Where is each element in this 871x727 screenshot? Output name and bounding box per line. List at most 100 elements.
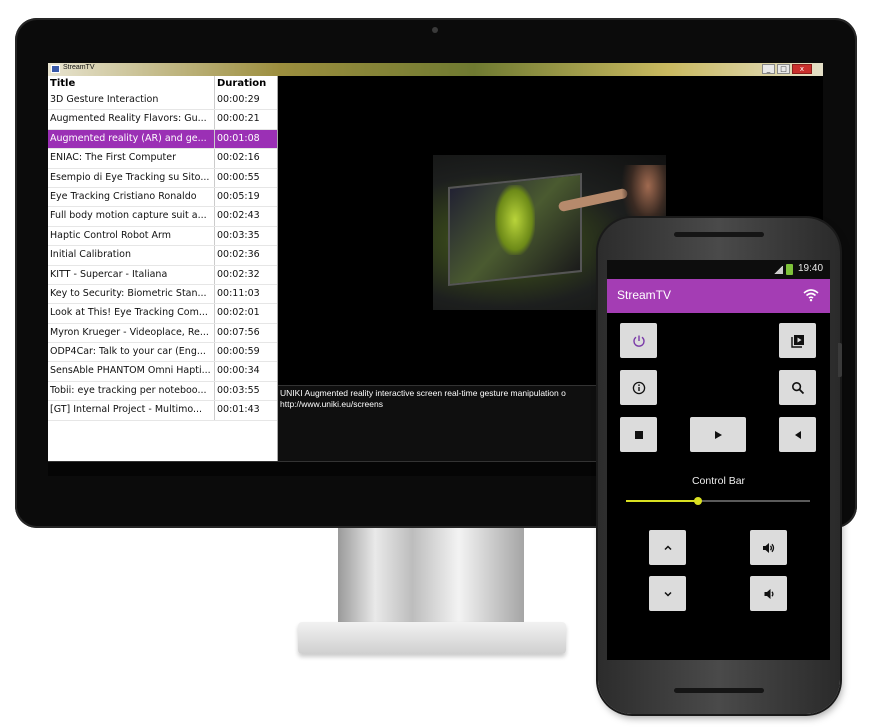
video-list-row[interactable]: Esempio di Eye Tracking su Sito... 00:00:… (48, 168, 277, 188)
video-duration-cell: 00:01:43 (217, 404, 260, 416)
video-duration-cell: 00:00:55 (217, 171, 260, 183)
video-duration-cell: 00:02:32 (217, 268, 260, 280)
play-button[interactable] (690, 417, 746, 452)
video-list: Title Duration 3D Gesture Interaction 00:… (48, 76, 278, 461)
status-time: 19:40 (798, 263, 824, 274)
search-button[interactable] (779, 370, 816, 405)
control-bar-label: Control Bar (691, 475, 746, 487)
chevron-down-icon (663, 591, 672, 597)
video-title-cell: Initial Calibration (48, 246, 215, 265)
channel-up-button[interactable] (649, 530, 686, 565)
info-icon (632, 381, 645, 394)
video-list-row[interactable]: Augmented Reality Flavors: Gu... 00:00:21 (48, 110, 277, 130)
video-title-cell: Augmented Reality Flavors: Gu... (48, 110, 215, 129)
phone-screen: 19:40 StreamTV Control Bar (607, 260, 830, 660)
column-header-title[interactable]: Title (48, 76, 215, 91)
volume-down-icon (764, 588, 774, 599)
video-title-cell: SensAble PHANTOM Omni Hapti... (48, 362, 215, 381)
video-creature-shape (495, 185, 535, 255)
video-duration-cell: 00:00:59 (217, 346, 260, 358)
video-list-row[interactable]: Haptic Control Robot Arm 00:03:35 (48, 226, 277, 247)
video-list-row[interactable]: Look at This! Eye Tracking Com... 00:02:0… (48, 304, 277, 324)
phone-speaker-top (674, 232, 764, 237)
chevron-up-icon (663, 544, 672, 550)
video-title-cell: ENIAC: The First Computer (48, 149, 215, 168)
maximize-button[interactable]: □ (777, 64, 790, 74)
monitor-stand-base (298, 622, 566, 654)
close-button[interactable]: x (792, 64, 812, 74)
video-duration-cell: 00:00:21 (217, 113, 260, 125)
power-icon (632, 335, 645, 347)
control-bar-fill (626, 500, 698, 502)
video-title-cell: Eye Tracking Cristiano Ronaldo (48, 187, 215, 207)
window-titlebar[interactable]: StreamTV _ □ x (48, 63, 823, 76)
video-list-row[interactable]: 3D Gesture Interaction 00:00:29 (48, 91, 277, 111)
description-line-2[interactable]: http://www.uniki.eu/screens (280, 399, 596, 410)
video-list-row[interactable]: ODP4Car: Talk to your car (Eng... 00:00:5… (48, 343, 277, 363)
video-duration-cell: 00:00:34 (217, 365, 260, 377)
window-title: StreamTV (63, 64, 95, 71)
video-title-cell: [GT] Internal Project - Multimo... (48, 401, 215, 420)
video-duration-cell: 00:00:29 (217, 94, 260, 105)
video-title-cell: Key to Security: Biometric Stan... (48, 284, 215, 304)
video-duration-cell: 00:05:19 (217, 190, 260, 202)
video-title-cell: Esempio di Eye Tracking su Sito... (48, 168, 215, 187)
app-icon (51, 65, 60, 73)
stop-button[interactable] (620, 417, 657, 452)
phone-status-bar: 19:40 (607, 260, 830, 279)
signal-icon (773, 266, 783, 274)
video-duration-cell: 00:02:43 (217, 210, 260, 222)
control-bar-thumb[interactable] (693, 497, 702, 505)
playlist-button[interactable] (779, 323, 816, 358)
play-icon (715, 430, 722, 439)
webcam-dot (432, 27, 438, 33)
video-list-row[interactable]: Myron Krueger - Videoplace, Re... 00:07:5… (48, 323, 277, 344)
list-header: Title Duration (48, 76, 277, 91)
rewind-button[interactable] (779, 417, 816, 452)
video-list-row[interactable]: Key to Security: Biometric Stan... 00:11:… (48, 284, 277, 305)
video-list-row[interactable]: SensAble PHANTOM Omni Hapti... 00:00:34 (48, 362, 277, 382)
video-title-cell: Haptic Control Robot Arm (48, 226, 215, 246)
video-duration-cell: 00:03:55 (217, 384, 260, 396)
power-button[interactable] (620, 323, 657, 358)
video-list-row[interactable]: Eye Tracking Cristiano Ronaldo 00:05:19 (48, 187, 277, 208)
search-icon (791, 381, 804, 394)
video-list-row[interactable]: ENIAC: The First Computer 00:02:16 (48, 149, 277, 169)
video-duration-cell: 00:01:08 (217, 132, 260, 144)
video-list-row[interactable]: Initial Calibration 00:02:36 (48, 246, 277, 266)
video-list-row[interactable]: Augmented reality (AR) and ge... 00:01:08 (48, 129, 277, 150)
description-line-1: UNIKI Augmented reality interactive scre… (280, 388, 566, 398)
video-title-cell: ODP4Car: Talk to your car (Eng... (48, 343, 215, 362)
channel-down-button[interactable] (649, 576, 686, 611)
video-duration-cell: 00:11:03 (217, 287, 260, 299)
volume-up-button[interactable] (750, 530, 787, 565)
volume-down-button[interactable] (750, 576, 787, 611)
column-header-duration[interactable]: Duration (215, 76, 275, 91)
battery-icon (786, 264, 793, 275)
wifi-icon (803, 289, 819, 302)
video-list-row[interactable]: KITT - Supercar - Italiana 00:02:32 (48, 265, 277, 285)
control-bar-slider[interactable] (626, 497, 810, 505)
phone-app-title: StreamTV (617, 288, 672, 302)
info-button[interactable] (620, 370, 657, 405)
video-list-row[interactable]: Tobii: eye tracking per noteboo... 00:03:… (48, 381, 277, 402)
video-duration-cell: 00:02:16 (217, 152, 260, 164)
video-list-row[interactable]: Full body motion capture suit a... 00:02:… (48, 207, 277, 227)
minimize-button[interactable]: _ (762, 64, 775, 74)
previous-icon (794, 430, 801, 439)
video-list-row[interactable]: [GT] Internal Project - Multimo... 00:01:… (48, 401, 277, 421)
phone-side-button (838, 343, 842, 377)
phone-app-bar: StreamTV (607, 279, 830, 313)
phone-device: 19:40 StreamTV Control Bar (598, 218, 842, 714)
phone-speaker-bottom (674, 688, 764, 693)
video-title-cell: Tobii: eye tracking per noteboo... (48, 381, 215, 401)
video-duration-cell: 00:07:56 (217, 326, 260, 338)
playlist-play-icon (790, 334, 804, 348)
video-title-cell: KITT - Supercar - Italiana (48, 265, 215, 284)
video-description-panel: UNIKI Augmented reality interactive scre… (278, 385, 598, 461)
video-duration-cell: 00:02:01 (217, 307, 260, 319)
video-title-cell: 3D Gesture Interaction (48, 91, 215, 110)
volume-up-icon (763, 542, 775, 553)
video-duration-cell: 00:02:36 (217, 249, 260, 261)
video-duration-cell: 00:03:35 (217, 229, 260, 241)
